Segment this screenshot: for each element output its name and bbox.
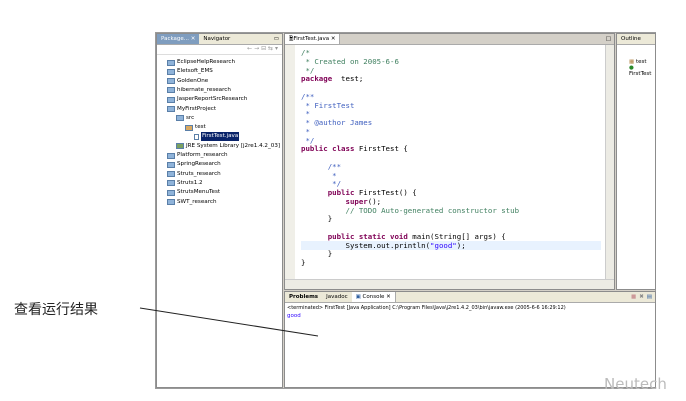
watermark: Neutech xyxy=(604,375,667,393)
annotation-arrow xyxy=(139,307,319,337)
